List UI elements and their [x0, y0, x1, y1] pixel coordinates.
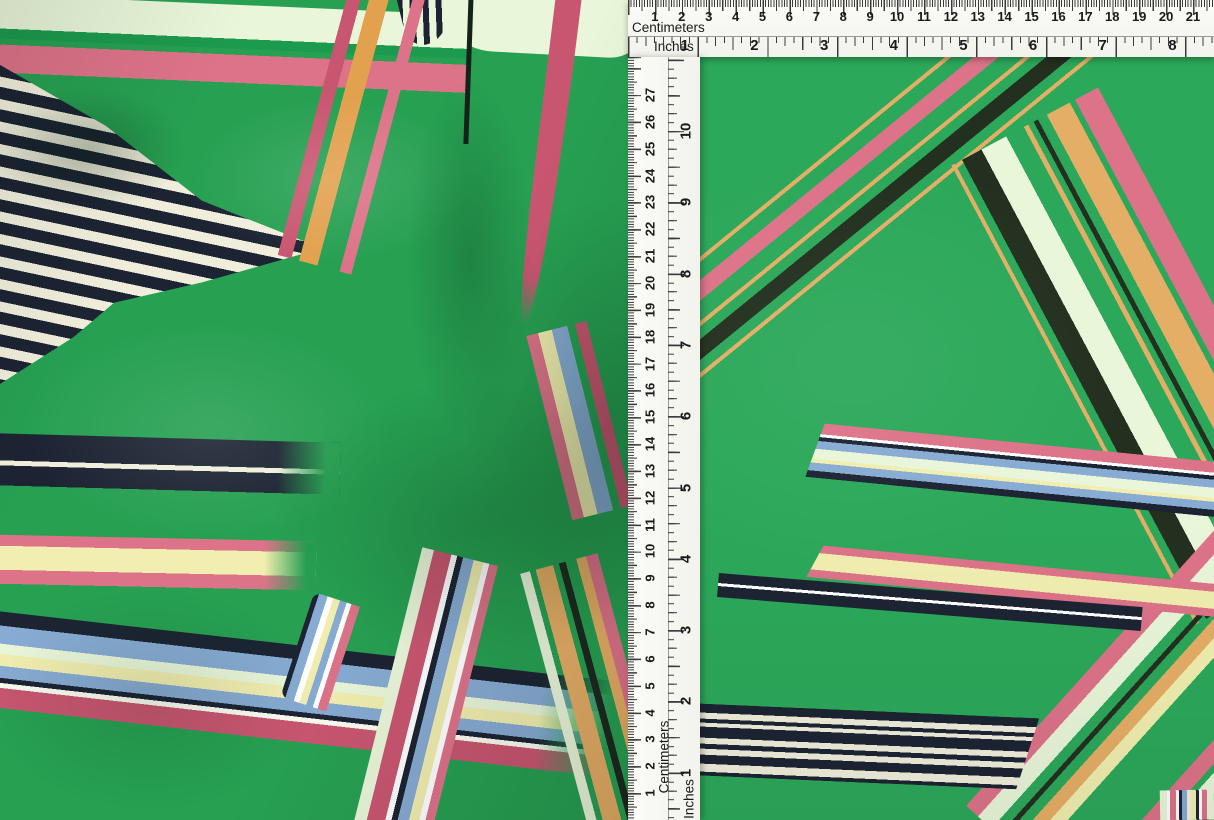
horizontal-ruler: 123456789101112131415161718192021 Centim… — [628, 0, 1214, 57]
inch-number: 4 — [890, 37, 898, 54]
draped-fabric-half — [0, 0, 628, 820]
stripe-band-navy-cream-bottom — [700, 703, 1039, 790]
inch-number: 2 — [678, 697, 695, 705]
inch-number: 6 — [678, 412, 695, 420]
vertical-ruler: 2726252423222120191817161514131211109876… — [628, 57, 700, 820]
fabric-product-photo: 123456789101112131415161718192021 Centim… — [0, 0, 1214, 820]
inch-number: 2 — [750, 37, 758, 54]
inch-number: 4 — [678, 555, 695, 563]
stripe-band-pink-yellow — [0, 535, 317, 596]
inch-number: 3 — [820, 37, 828, 54]
inch-number: 10 — [678, 123, 695, 140]
flat-fabric-half: 123456789101112131415161718192021 Centim… — [628, 0, 1214, 820]
centimeters-label: Centimeters — [657, 721, 672, 794]
inch-number: 8 — [678, 269, 695, 277]
inch-number: 7 — [1099, 37, 1107, 54]
stripe-band-right-edge-multicolor — [526, 314, 628, 521]
inch-number: 7 — [678, 341, 695, 349]
inch-number: 9 — [678, 198, 695, 206]
inch-scale-numbers: 1 2 3 4 5 6 7 8 — [628, 0, 1214, 57]
inch-number: 3 — [678, 626, 695, 634]
flat-fabric-swatch — [700, 57, 1214, 820]
inch-number: 8 — [1168, 37, 1176, 54]
stripe-band-diagonal-top-right — [948, 88, 1214, 627]
inch-number: 5 — [678, 483, 695, 491]
inch-number: 1 — [681, 37, 689, 54]
inch-number: 6 — [1029, 37, 1037, 54]
inch-scale-numbers: 10 9 8 7 6 5 4 3 2 1 — [628, 57, 700, 820]
inches-label: Inches — [682, 779, 697, 819]
stripe-band-navy-cream-middle — [0, 433, 341, 497]
inch-number: 1 — [678, 769, 695, 777]
stripe-band-corner-patch — [1160, 790, 1214, 820]
inch-number: 5 — [959, 37, 967, 54]
